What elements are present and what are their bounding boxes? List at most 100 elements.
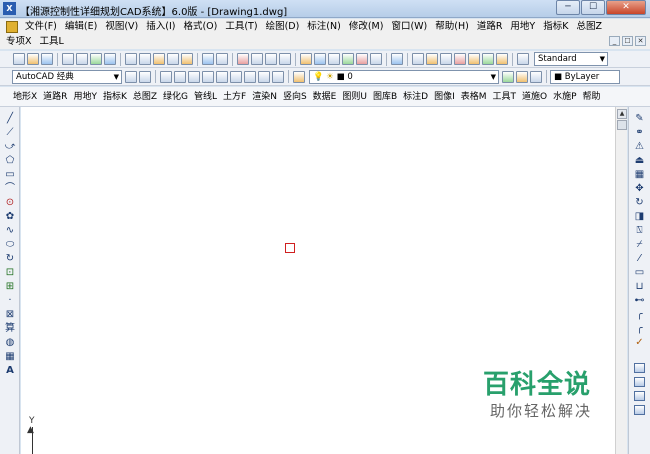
snap-off-icon[interactable] <box>258 70 270 83</box>
pan-icon[interactable] <box>237 53 249 65</box>
menu-window[interactable]: 窗口(W) <box>387 19 431 34</box>
app-logo-icon[interactable]: X <box>3 2 16 15</box>
scroll-thumb[interactable] <box>617 120 627 130</box>
snap-extra-icon[interactable] <box>272 70 284 83</box>
zoom-realtime-icon[interactable] <box>251 53 263 65</box>
menu-view[interactable]: 视图(V) <box>101 19 142 34</box>
doc-minimize-button[interactable]: _ <box>609 36 620 46</box>
calculate-icon[interactable]: 算 <box>4 323 16 334</box>
break-icon[interactable]: ⊔ <box>633 281 646 293</box>
menu-tool-l[interactable]: 工具L <box>36 34 68 49</box>
polyline-icon[interactable]: ⤻ <box>4 141 16 152</box>
vertical-scrollbar[interactable]: ▲ <box>615 107 627 454</box>
markup-icon[interactable] <box>356 53 368 65</box>
menu-modify[interactable]: 修改(M) <box>345 19 388 34</box>
extend-icon[interactable]: ⁄ <box>633 253 646 265</box>
construction-line-icon[interactable]: ⟋ <box>4 127 16 138</box>
properties-icon[interactable] <box>300 53 312 65</box>
menu-greening[interactable]: 绿化G <box>160 88 191 106</box>
ellipse-icon[interactable]: ⬭ <box>4 239 16 250</box>
sheet-set-icon[interactable] <box>342 53 354 65</box>
offset-icon[interactable]: ⏏ <box>633 155 646 167</box>
open-file-icon[interactable] <box>27 53 39 65</box>
menu-siteplan[interactable]: 总图Z <box>572 19 606 34</box>
redo-icon[interactable] <box>216 53 228 65</box>
help-icon[interactable] <box>391 53 403 65</box>
globe-icon[interactable] <box>104 53 116 65</box>
menu-tools[interactable]: 工具(T) <box>221 19 261 34</box>
spline-icon[interactable]: ∿ <box>4 225 16 236</box>
menu-road-r[interactable]: 道路R <box>40 88 70 106</box>
design-center-icon[interactable] <box>314 53 326 65</box>
table-style-icon[interactable] <box>440 53 452 65</box>
layer-manager-icon[interactable] <box>293 70 305 83</box>
rectangle-icon[interactable]: ▭ <box>4 169 16 180</box>
text-style-dropdown[interactable]: Standard ▼ <box>534 52 608 66</box>
maximize-button[interactable]: ☐ <box>581 0 605 15</box>
menu-siteplan-z[interactable]: 总图Z <box>130 88 160 106</box>
menu-special[interactable]: 专项X <box>0 34 36 49</box>
menu-index[interactable]: 指标K <box>539 19 572 34</box>
block-editor-icon[interactable] <box>181 53 193 65</box>
scroll-up-button[interactable]: ▲ <box>617 109 627 119</box>
layer-previous-icon[interactable] <box>516 70 528 83</box>
menu-landuse[interactable]: 用地Y <box>506 19 539 34</box>
calculator-icon[interactable] <box>370 53 382 65</box>
snap-settings-icon[interactable] <box>244 70 256 83</box>
move-icon[interactable]: ✥ <box>633 183 646 195</box>
make-block-icon[interactable]: ⊞ <box>4 281 16 292</box>
menu-file[interactable]: 文件(F) <box>21 19 61 34</box>
menu-drawing-rules[interactable]: 图则U <box>339 88 370 106</box>
paste-icon[interactable] <box>153 53 165 65</box>
circle-icon[interactable]: ⊙ <box>4 197 16 208</box>
revision-cloud-icon[interactable]: ✿ <box>4 211 16 222</box>
angle-icon[interactable] <box>202 70 214 83</box>
menu-data[interactable]: 数据E <box>310 88 340 106</box>
line-tool-icon[interactable] <box>160 70 172 83</box>
undo-icon[interactable] <box>202 53 214 65</box>
trim-icon[interactable]: ⌿ <box>633 239 646 251</box>
menu-draw[interactable]: 绘图(D) <box>262 19 304 34</box>
linetype-dropdown[interactable]: ■ ByLayer <box>550 69 620 84</box>
menu-earthwork[interactable]: 土方F <box>220 88 249 106</box>
minimize-button[interactable]: ─ <box>556 0 580 15</box>
tool-palettes-icon[interactable] <box>328 53 340 65</box>
table-icon[interactable]: ▦ <box>4 351 16 362</box>
menu-water-construction[interactable]: 水施P <box>550 88 579 106</box>
menu-annotation[interactable]: 标注D <box>400 88 431 106</box>
workspace-settings-icon[interactable] <box>125 70 137 83</box>
layer-isolate-icon[interactable] <box>530 70 542 83</box>
draworder-above-icon[interactable] <box>634 391 645 401</box>
arc-icon[interactable]: ⌒ <box>4 183 16 194</box>
array-icon[interactable]: ▦ <box>633 169 646 181</box>
copy-icon[interactable] <box>139 53 151 65</box>
menu-library[interactable]: 图库B <box>370 88 400 106</box>
fillet-icon[interactable]: ╭ <box>633 323 646 335</box>
workspace-save-icon[interactable] <box>139 70 151 83</box>
zoom-window-icon[interactable] <box>265 53 277 65</box>
cross-tool-icon[interactable] <box>174 70 186 83</box>
draworder-front-icon[interactable] <box>634 363 645 373</box>
rotate-icon[interactable]: ↻ <box>633 197 646 209</box>
polygon-icon[interactable]: ⬠ <box>4 155 16 166</box>
menu-terrain[interactable]: 地形X <box>10 88 40 106</box>
workspace-dropdown[interactable]: AutoCAD 经典 ▼ <box>12 69 122 84</box>
menu-image[interactable]: 图像I <box>431 88 458 106</box>
menu-vertical[interactable]: 竖向S <box>280 88 310 106</box>
line-icon[interactable]: ╱ <box>4 113 16 124</box>
menu-dimension[interactable]: 标注(N) <box>303 19 345 34</box>
menu-pipeline[interactable]: 管线L <box>191 88 220 106</box>
chamfer-icon[interactable]: ╭ <box>633 309 646 321</box>
region-icon[interactable]: ◍ <box>4 337 16 348</box>
menu-road-construction[interactable]: 道施O <box>519 88 550 106</box>
dim-style-icon[interactable] <box>426 53 438 65</box>
zoom-previous-icon[interactable] <box>279 53 291 65</box>
match-properties-icon[interactable] <box>167 53 179 65</box>
layer-lock-icon[interactable] <box>496 53 508 65</box>
circle-snap-icon[interactable] <box>216 70 228 83</box>
draworder-under-icon[interactable] <box>634 405 645 415</box>
hatch-icon[interactable]: ⊠ <box>4 309 16 320</box>
layer-tool-icon[interactable] <box>454 53 466 65</box>
menu-index-k[interactable]: 指标K <box>100 88 130 106</box>
stretch-icon[interactable]: ⍂ <box>633 225 646 237</box>
